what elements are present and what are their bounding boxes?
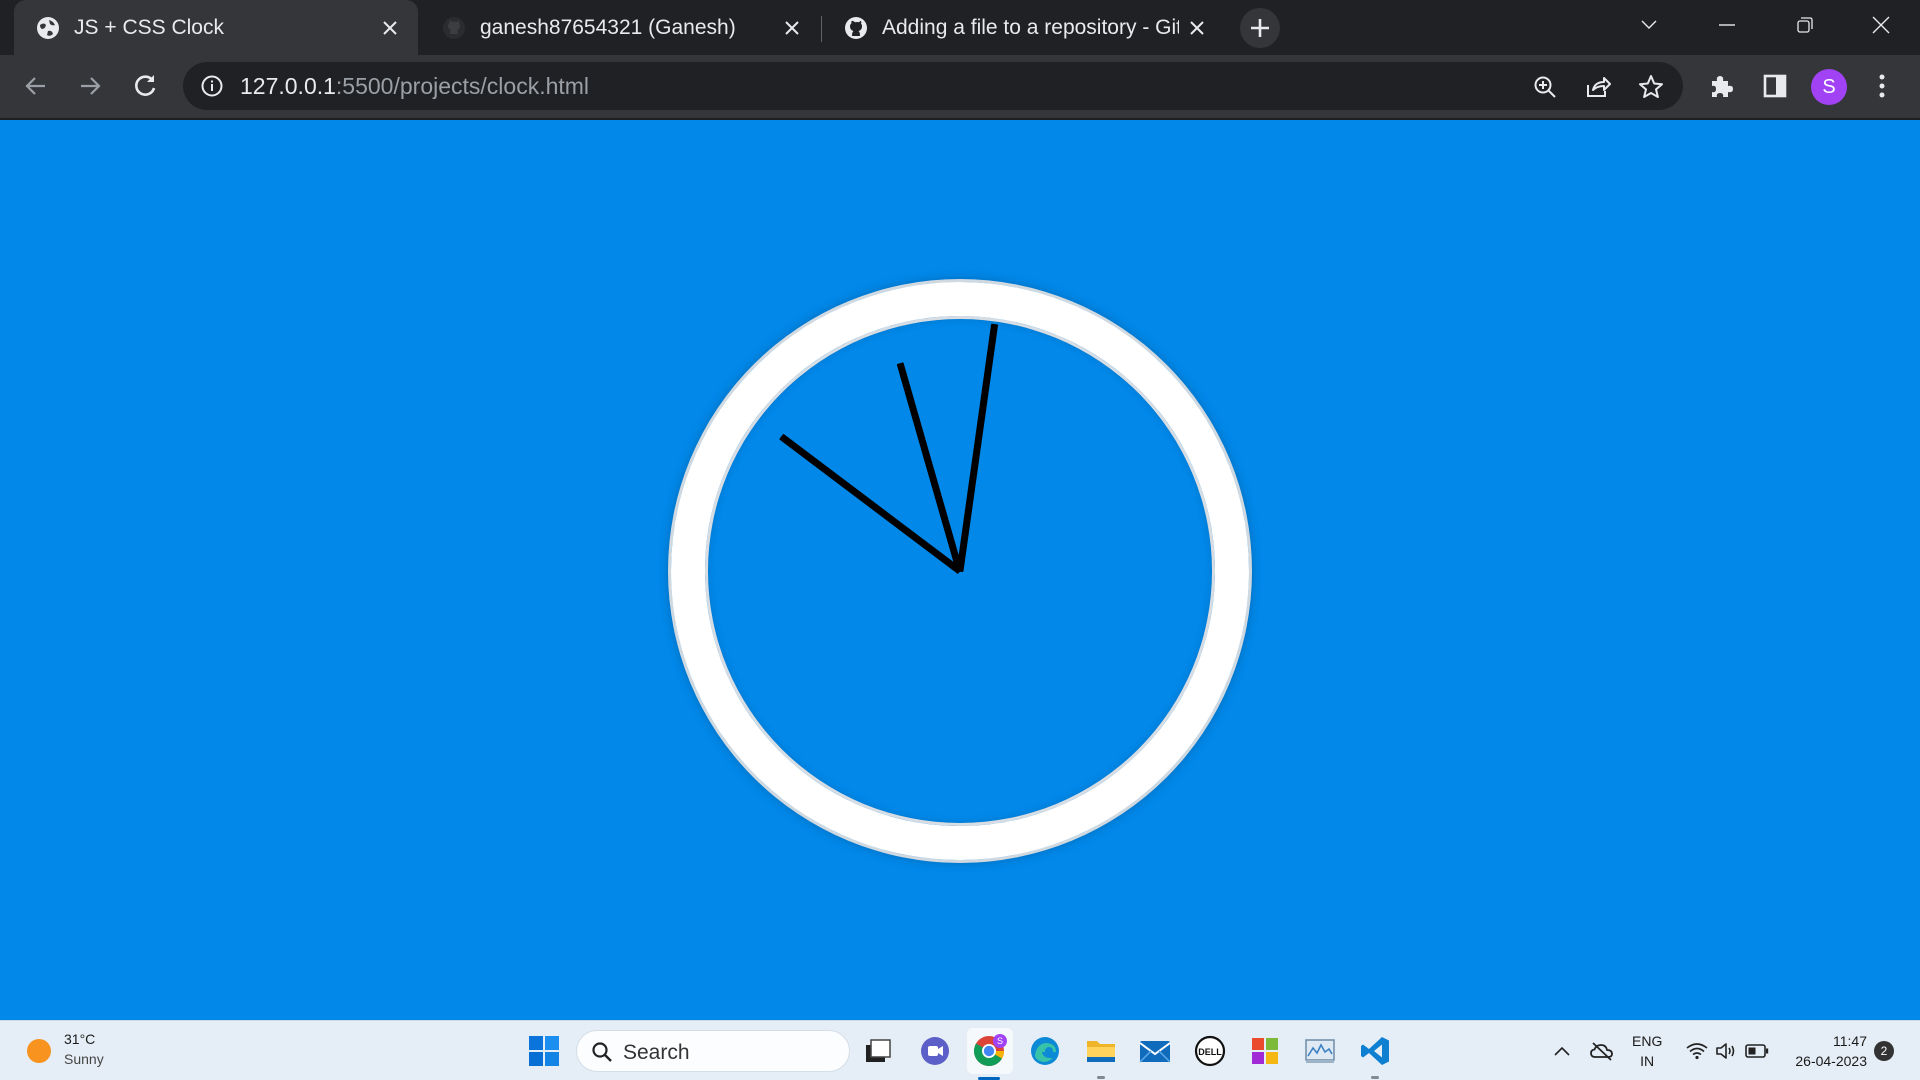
reload-icon — [135, 75, 156, 96]
office-icon[interactable] — [1247, 1033, 1283, 1069]
side-panel-icon — [1763, 74, 1787, 98]
mail-icon[interactable] — [1137, 1033, 1173, 1069]
hour-hand — [896, 361, 964, 572]
tab-github-profile[interactable]: ganesh87654321 (Ganesh) — [420, 0, 820, 55]
task-view-icon[interactable] — [860, 1033, 896, 1069]
search-placeholder: Search — [623, 1041, 690, 1064]
sun-icon — [27, 1039, 51, 1063]
new-tab-button[interactable] — [1240, 8, 1280, 48]
tab-search-button[interactable] — [1610, 0, 1688, 50]
side-panel-button[interactable] — [1757, 68, 1793, 104]
zoom-button[interactable] — [1530, 72, 1560, 102]
back-button[interactable] — [15, 65, 57, 107]
puzzle-icon — [1712, 76, 1733, 97]
github-icon — [845, 16, 867, 39]
clock-face — [671, 282, 1249, 860]
menu-button[interactable] — [1864, 68, 1900, 104]
system-clock[interactable]: 11:47 26-04-2023 — [1785, 1031, 1867, 1071]
restore-button[interactable] — [1766, 0, 1844, 50]
region-code: IN — [1640, 1053, 1655, 1069]
svg-text:DELL: DELL — [1198, 1047, 1222, 1057]
close-icon — [1872, 16, 1890, 34]
reload-button[interactable] — [124, 65, 166, 107]
tab-title: Adding a file to a repository - Git — [882, 15, 1179, 39]
system-date: 26-04-2023 — [1795, 1053, 1867, 1069]
windows-start-icon[interactable] — [528, 1035, 560, 1067]
search-icon — [592, 1042, 612, 1062]
tab-js-css-clock[interactable]: JS + CSS Clock — [14, 0, 418, 55]
profile-avatar[interactable]: S — [1811, 69, 1847, 105]
browser-toolbar: 127.0.0.1:5500/projects/clock.html S — [0, 55, 1920, 120]
wifi-icon[interactable] — [1685, 1039, 1709, 1063]
notification-badge[interactable]: 2 — [1874, 1041, 1894, 1061]
taskbar: 31°C Sunny Search S DELL ENG IN 11:47 26… — [0, 1020, 1920, 1080]
svg-text:S: S — [997, 1036, 1003, 1046]
url-path: :5500/projects/clock.html — [335, 73, 590, 99]
chrome-icon[interactable]: S — [967, 1028, 1013, 1080]
battery-icon[interactable] — [1745, 1039, 1769, 1063]
bookmark-button[interactable] — [1636, 72, 1666, 102]
title-bar: JS + CSS Clock ganesh87654321 (Ganesh) A… — [0, 0, 1920, 55]
zoom-icon — [1534, 76, 1556, 98]
weather-condition: Sunny — [64, 1051, 104, 1067]
globe-icon — [37, 16, 59, 39]
language-code: ENG — [1632, 1033, 1663, 1049]
minimize-button[interactable] — [1688, 0, 1766, 50]
tab-title: ganesh87654321 (Ganesh) — [480, 15, 736, 39]
forward-button[interactable] — [69, 65, 111, 107]
chevron-up-icon[interactable] — [1550, 1039, 1574, 1063]
minute-hand — [956, 323, 999, 572]
weather-temp: 31°C — [64, 1031, 96, 1047]
restore-icon — [1797, 17, 1813, 33]
close-icon[interactable] — [774, 10, 810, 46]
info-icon[interactable] — [201, 75, 223, 97]
tab-adding-file-repository[interactable]: Adding a file to a repository - Git — [822, 0, 1225, 55]
star-icon — [1639, 75, 1663, 98]
chevron-down-icon — [1641, 20, 1657, 29]
arrow-left-icon — [25, 77, 45, 95]
close-icon[interactable] — [1179, 10, 1215, 46]
close-window-button[interactable] — [1842, 0, 1920, 50]
url-host: 127.0.0.1 — [240, 73, 336, 99]
plus-icon — [1251, 19, 1269, 37]
minimize-icon — [1719, 24, 1735, 26]
second-hand — [778, 433, 963, 574]
input-language[interactable]: ENG IN — [1632, 1031, 1662, 1071]
system-time: 11:47 — [1833, 1033, 1867, 1049]
dell-icon[interactable]: DELL — [1192, 1033, 1228, 1069]
extensions-button[interactable] — [1703, 68, 1739, 104]
teams-chat-icon[interactable] — [917, 1033, 953, 1069]
taskbar-search[interactable]: Search — [576, 1030, 850, 1072]
arrow-right-icon — [81, 77, 101, 95]
more-vertical-icon — [1879, 74, 1885, 98]
share-button[interactable] — [1583, 72, 1613, 102]
vscode-icon[interactable] — [1357, 1033, 1393, 1079]
onedrive-offline-icon[interactable] — [1590, 1039, 1614, 1063]
edge-icon[interactable] — [1027, 1033, 1063, 1069]
file-explorer-icon[interactable] — [1083, 1033, 1119, 1079]
share-icon — [1587, 77, 1611, 97]
tab-title: JS + CSS Clock — [74, 15, 224, 39]
volume-icon[interactable] — [1714, 1039, 1738, 1063]
github-icon — [443, 16, 465, 39]
monitor-app-icon[interactable] — [1302, 1033, 1338, 1069]
address-bar[interactable]: 127.0.0.1:5500/projects/clock.html — [183, 62, 1683, 110]
close-icon[interactable] — [372, 10, 408, 46]
url-text: 127.0.0.1:5500/projects/clock.html — [240, 73, 589, 100]
